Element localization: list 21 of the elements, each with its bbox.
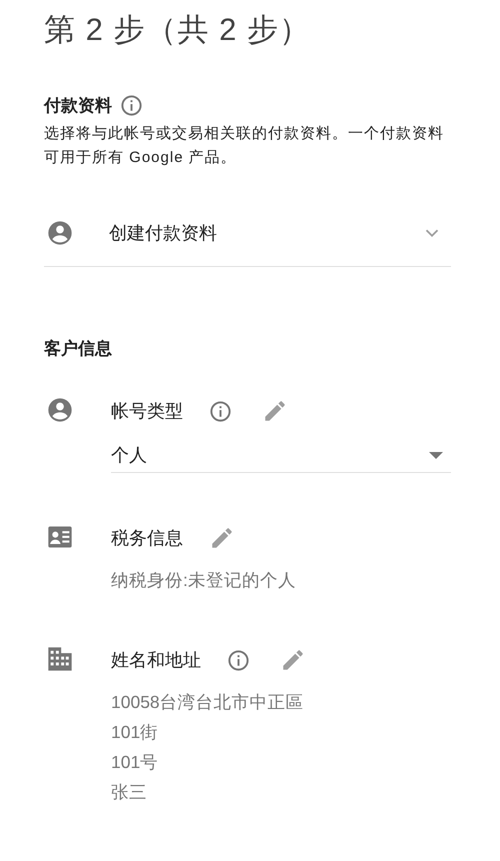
- field-label: 帐号类型: [111, 400, 183, 423]
- field-label: 姓名和地址: [111, 649, 201, 672]
- info-icon[interactable]: [209, 400, 232, 422]
- field-value: 纳税身份:未登记的个人: [111, 569, 297, 592]
- info-icon[interactable]: [227, 648, 250, 672]
- field-value: 10058台湾台北市中正區: [111, 691, 305, 714]
- payment-profile-dropdown[interactable]: 创建付款资料: [44, 200, 451, 267]
- section-heading: 付款资料: [44, 95, 112, 117]
- account-type-select[interactable]: 个人: [111, 438, 451, 473]
- field-label: 税务信息: [111, 527, 183, 550]
- person-icon: [46, 219, 74, 247]
- person-icon: [46, 396, 74, 424]
- description-text: 选择将与此帐号或交易相关联的付款资料。一个付款资料可用于所有 Google 产品。: [44, 124, 445, 168]
- building-icon: [46, 645, 74, 673]
- field-value: 101号: [111, 751, 160, 774]
- section-heading: 客户信息: [44, 338, 113, 360]
- field-value: 张三: [111, 781, 148, 804]
- field-value: 101街: [111, 721, 160, 744]
- info-icon[interactable]: [120, 94, 143, 117]
- dropdown-arrow-icon: [429, 452, 443, 458]
- page-title: 第 2 步（共 2 步）: [44, 11, 312, 49]
